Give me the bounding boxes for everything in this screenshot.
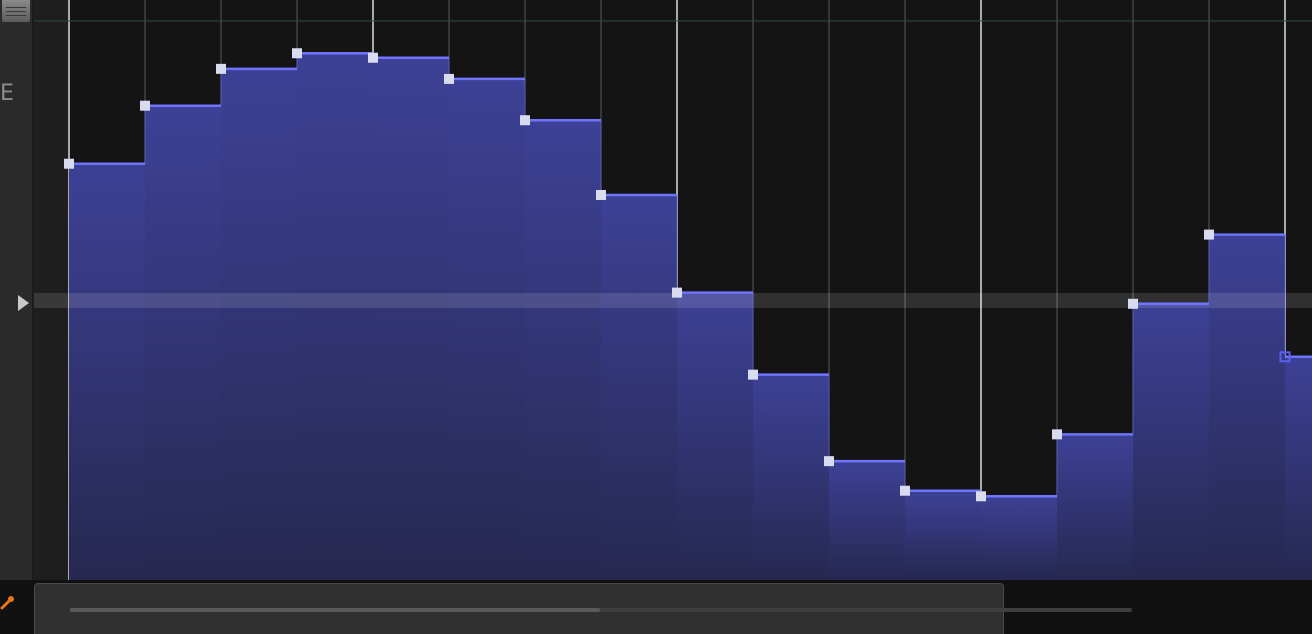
envelope-point[interactable] — [672, 287, 682, 298]
envelope-step-fill — [829, 461, 905, 580]
envelope-step-fill — [905, 490, 981, 580]
envelope-step-fill — [69, 163, 145, 580]
envelope-step-fill — [1209, 234, 1285, 580]
lane-header: E — [0, 0, 33, 580]
envelope-point[interactable] — [596, 189, 606, 200]
envelope-step-fill — [373, 57, 449, 580]
envelope-point[interactable] — [140, 100, 150, 111]
envelope-step-fill — [145, 105, 221, 580]
envelope-step-fill — [525, 120, 601, 580]
envelope-point[interactable] — [444, 73, 454, 84]
envelope-point[interactable] — [976, 491, 986, 502]
play-arrow-icon[interactable] — [18, 295, 29, 311]
envelope-step-fill — [1285, 356, 1312, 580]
envelope-point[interactable] — [64, 158, 74, 169]
envelope-point[interactable] — [1052, 429, 1062, 440]
envelope-point[interactable] — [900, 485, 910, 496]
envelope-point[interactable] — [1128, 298, 1138, 309]
envelope-step-fill — [981, 496, 1057, 580]
envelope-step-fill — [677, 292, 753, 580]
envelope-point[interactable] — [748, 369, 758, 380]
envelope-step-fill — [1133, 303, 1209, 580]
lane-label: E — [0, 81, 14, 106]
vertical-scroll-handle[interactable] — [2, 0, 30, 22]
envelope-point[interactable] — [520, 115, 530, 126]
scroll-track-thumb[interactable] — [70, 608, 600, 612]
grip-icon — [6, 15, 26, 16]
envelope-fill — [69, 53, 1312, 580]
envelope-point[interactable] — [216, 63, 226, 74]
automation-envelope[interactable] — [34, 0, 1312, 580]
automation-editor: E — [0, 0, 1312, 634]
envelope-step-fill — [449, 78, 525, 580]
envelope-point[interactable] — [292, 48, 302, 59]
envelope-point[interactable] — [824, 456, 834, 467]
envelope-point[interactable] — [1204, 229, 1214, 240]
grip-icon — [6, 11, 26, 12]
envelope-step-fill — [1057, 434, 1133, 580]
envelope-step-fill — [297, 53, 373, 580]
envelope-point[interactable] — [368, 52, 378, 63]
grip-icon — [6, 7, 26, 8]
envelope-step-fill — [601, 194, 677, 580]
envelope-step-fill — [753, 374, 829, 580]
pencil-icon[interactable] — [0, 594, 16, 610]
envelope-step-fill — [221, 68, 297, 580]
